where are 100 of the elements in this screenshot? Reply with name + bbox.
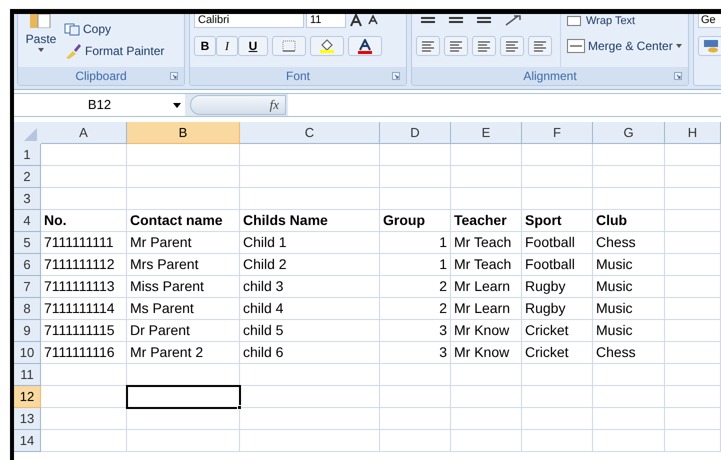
column-header[interactable]: B xyxy=(127,122,240,144)
table-cell: Music xyxy=(593,298,665,320)
table-cell: Mr Learn xyxy=(451,276,522,298)
increase-indent-button[interactable] xyxy=(528,36,552,56)
copy-icon xyxy=(64,22,80,36)
insert-function-button[interactable]: fx xyxy=(190,95,286,115)
empty-cell xyxy=(522,188,593,210)
empty-cell xyxy=(380,430,451,452)
empty-cell xyxy=(665,430,721,452)
font-color-button[interactable] xyxy=(348,36,382,56)
empty-cell xyxy=(380,364,451,386)
empty-cell xyxy=(593,364,665,386)
table-cell: Mrs Parent xyxy=(127,254,240,276)
merge-center-button[interactable]: Merge & Center xyxy=(567,36,682,56)
table-cell: 3 xyxy=(380,342,451,364)
borders-button[interactable] xyxy=(272,36,306,56)
table-cell: Cricket xyxy=(522,342,593,364)
align-right-button[interactable] xyxy=(472,36,496,56)
table-cell: 3 xyxy=(380,320,451,342)
row-header[interactable]: 3 xyxy=(14,188,41,210)
name-box[interactable]: B12 xyxy=(14,94,185,116)
wrap-text-button[interactable]: Wrap Text xyxy=(567,14,682,28)
row-header[interactable]: 11 xyxy=(14,364,41,386)
merge-cells-icon xyxy=(567,39,585,53)
fill-handle[interactable] xyxy=(237,405,242,410)
underline-button[interactable]: U xyxy=(238,36,268,56)
table-cell: Teacher xyxy=(451,210,522,232)
row-header[interactable]: 14 xyxy=(14,430,41,452)
empty-cell xyxy=(665,276,721,298)
caret-icon xyxy=(38,48,44,52)
table-cell: Chess xyxy=(593,342,665,364)
coins-icon xyxy=(703,39,719,53)
copy-button[interactable]: Copy xyxy=(64,20,164,38)
row-header[interactable]: 6 xyxy=(14,254,41,276)
format-painter-button[interactable]: Format Painter xyxy=(64,42,164,60)
column-header[interactable]: F xyxy=(522,122,593,144)
empty-cell xyxy=(451,188,522,210)
font-size-field[interactable]: 11 xyxy=(306,14,346,28)
paint-bucket-icon xyxy=(319,39,335,53)
center-button[interactable] xyxy=(444,36,468,56)
formula-input-field[interactable] xyxy=(288,94,721,116)
row-header[interactable]: 7 xyxy=(14,276,41,298)
align-lines-icon xyxy=(533,40,547,52)
empty-cell xyxy=(665,386,721,408)
align-lines-icon xyxy=(449,40,463,52)
table-cell: Child 2 xyxy=(240,254,380,276)
select-all-icon xyxy=(14,122,41,144)
table-cell: Rugby xyxy=(522,298,593,320)
column-header[interactable]: D xyxy=(380,122,451,144)
row-header[interactable]: 1 xyxy=(14,144,41,166)
table-cell: 7111111111 xyxy=(41,232,127,254)
table-cell: child 5 xyxy=(240,320,380,342)
empty-cell xyxy=(522,408,593,430)
table-cell: 7111111114 xyxy=(41,298,127,320)
column-header[interactable]: H xyxy=(665,122,721,144)
empty-cell xyxy=(451,430,522,452)
table-cell: Mr Parent 2 xyxy=(127,342,240,364)
italic-button[interactable]: I xyxy=(216,36,238,56)
row-header[interactable]: 2 xyxy=(14,166,41,188)
empty-cell xyxy=(451,386,522,408)
table-cell: Football xyxy=(522,254,593,276)
row-header[interactable]: 5 xyxy=(14,232,41,254)
table-cell: Rugby xyxy=(522,276,593,298)
table-cell: child 6 xyxy=(240,342,380,364)
align-lines-icon xyxy=(505,40,519,52)
column-header[interactable]: E xyxy=(451,122,522,144)
row-header[interactable]: 4 xyxy=(14,210,41,232)
empty-cell xyxy=(451,364,522,386)
empty-cell xyxy=(665,210,721,232)
align-left-button[interactable] xyxy=(416,36,440,56)
paste-button[interactable]: Paste xyxy=(22,14,60,66)
shrink-font-icon xyxy=(366,14,380,25)
fill-color-button[interactable] xyxy=(310,36,344,56)
dropdown-arrow-icon xyxy=(173,103,181,108)
column-header[interactable]: A xyxy=(41,122,127,144)
group-label: Font xyxy=(286,68,310,85)
row-header[interactable]: 9 xyxy=(14,320,41,342)
number-format-field[interactable]: Ge xyxy=(698,14,721,28)
table-cell: 2 xyxy=(380,298,451,320)
align-lines-icon xyxy=(477,40,491,52)
group-label: Alignment xyxy=(523,68,577,85)
bold-button[interactable]: B xyxy=(194,36,216,56)
active-cell[interactable] xyxy=(127,386,240,408)
row-header[interactable]: 13 xyxy=(14,408,41,430)
dialog-launcher-icon xyxy=(392,72,400,80)
borders-icon xyxy=(282,40,296,52)
table-cell: Mr Teach xyxy=(451,254,522,276)
empty-cell xyxy=(665,144,721,166)
column-header[interactable]: C xyxy=(240,122,380,144)
row-header[interactable]: 12 xyxy=(14,386,41,408)
row-header[interactable]: 8 xyxy=(14,298,41,320)
table-cell: 7111111116 xyxy=(41,342,127,364)
table-cell: Miss Parent xyxy=(127,276,240,298)
brush-icon xyxy=(64,43,82,59)
decrease-indent-button[interactable] xyxy=(500,36,524,56)
column-header[interactable]: G xyxy=(593,122,665,144)
font-name-field[interactable]: Calibri xyxy=(194,14,304,28)
table-cell: No. xyxy=(41,210,127,232)
number-format-button[interactable] xyxy=(698,36,721,56)
row-header[interactable]: 10 xyxy=(14,342,41,364)
